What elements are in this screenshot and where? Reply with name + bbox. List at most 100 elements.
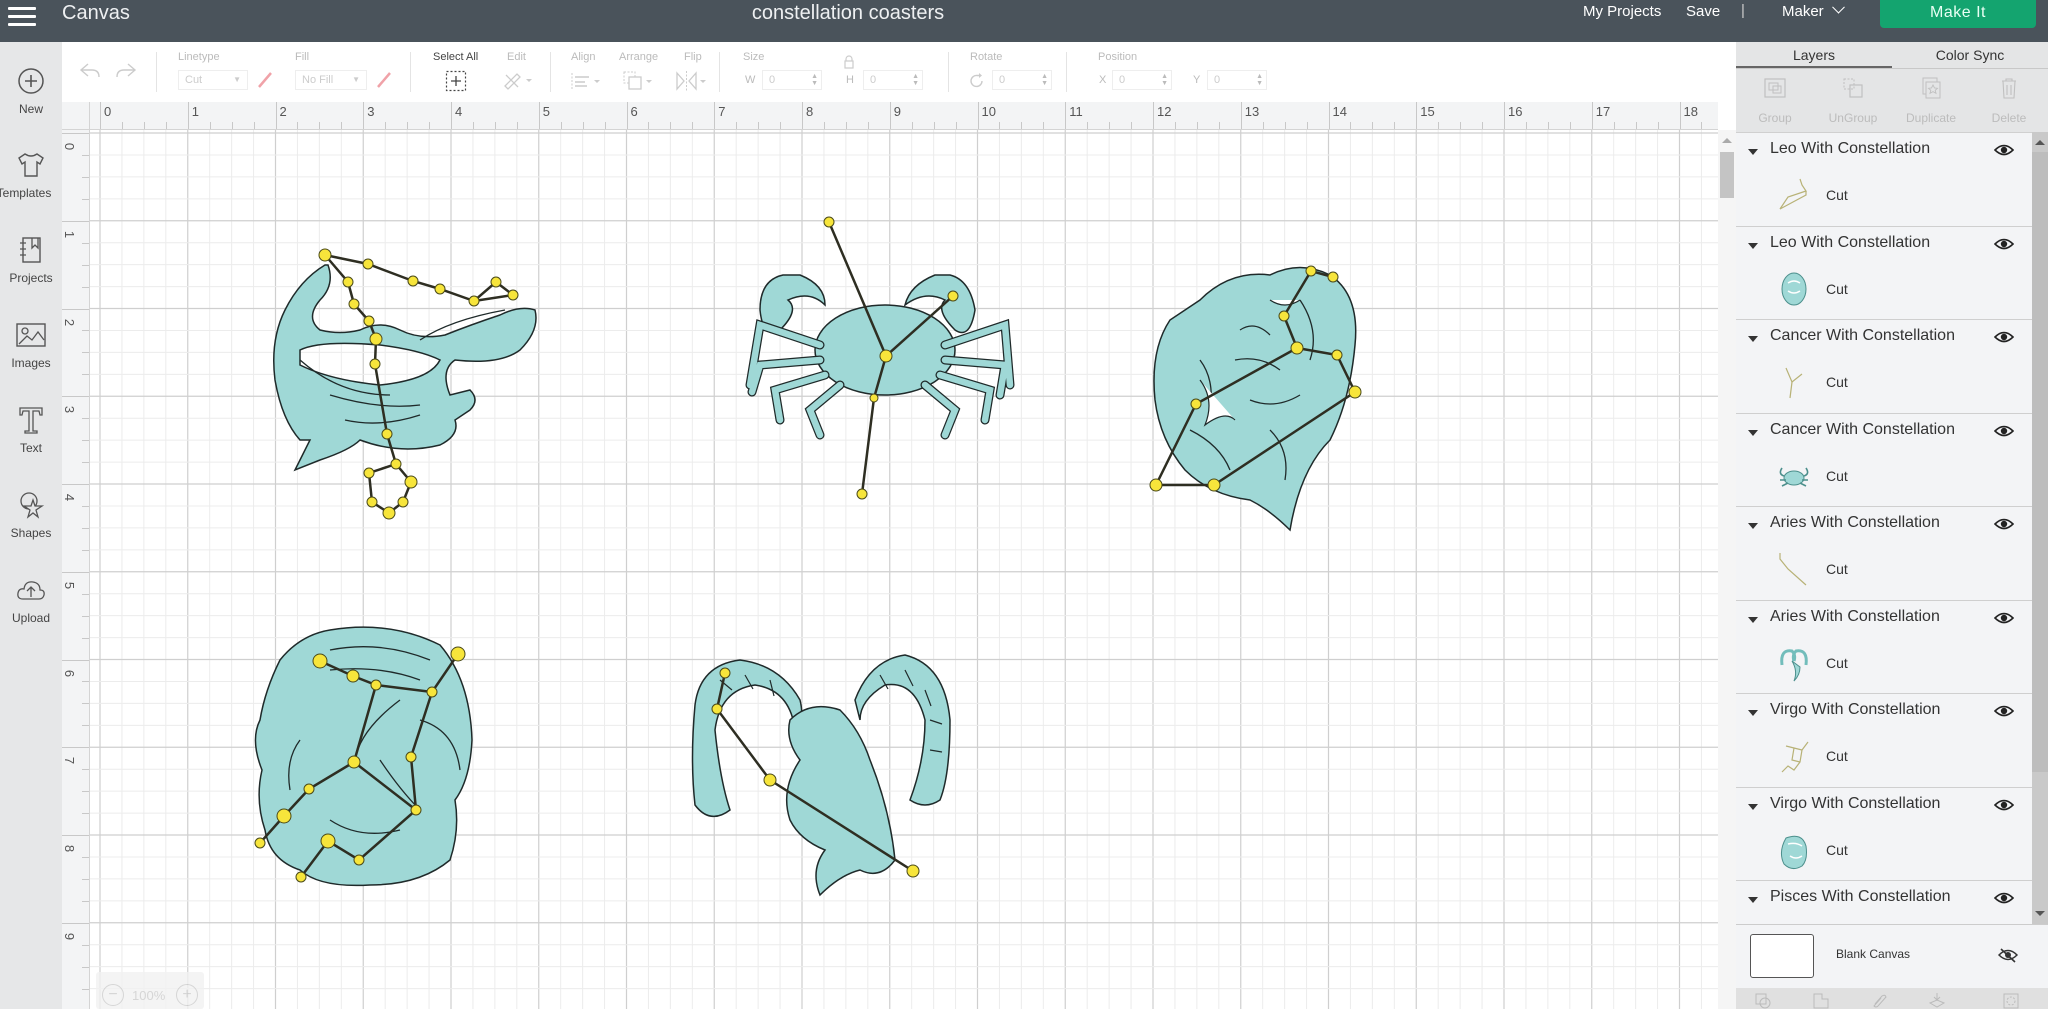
align-icon[interactable] bbox=[570, 72, 602, 90]
zoom-in-button[interactable]: + bbox=[176, 984, 198, 1006]
zoom-out-button[interactable]: − bbox=[102, 984, 124, 1006]
layer-name[interactable]: Virgo With Constellation bbox=[1770, 701, 1940, 719]
machine-select[interactable]: Maker bbox=[1782, 0, 1845, 20]
project-title[interactable]: constellation coasters bbox=[0, 2, 1696, 25]
my-projects-link[interactable]: My Projects bbox=[1583, 3, 1661, 20]
collapse-caret-icon[interactable] bbox=[1748, 710, 1758, 716]
linetype-color-swatch[interactable] bbox=[255, 70, 275, 90]
eye-icon[interactable] bbox=[1994, 891, 2014, 905]
fill-select[interactable]: No Fill ▼ bbox=[295, 70, 367, 90]
layers-scrollbar[interactable] bbox=[2032, 132, 2048, 924]
eye-icon[interactable] bbox=[1994, 704, 2014, 718]
tab-color-sync[interactable]: Color Sync bbox=[1892, 42, 2048, 68]
stepper-icon[interactable]: ▲ ▼ bbox=[1041, 73, 1048, 87]
layer-item[interactable]: Cancer With Constellation Cut bbox=[1736, 414, 2032, 507]
layer-name[interactable]: Cancer With Constellation bbox=[1770, 327, 1955, 345]
group-button[interactable]: Group bbox=[1736, 76, 1814, 125]
weld-icon[interactable] bbox=[1812, 992, 1830, 1009]
layer-name[interactable]: Leo With Constellation bbox=[1770, 234, 1930, 252]
sidebar-item-new[interactable]: New bbox=[0, 64, 62, 116]
stepper-icon[interactable]: ▲ ▼ bbox=[1256, 73, 1263, 87]
collapse-caret-icon[interactable] bbox=[1748, 242, 1758, 249]
save-button[interactable]: Save bbox=[1686, 3, 1720, 20]
undo-icon[interactable] bbox=[78, 60, 102, 82]
collapse-caret-icon[interactable] bbox=[1748, 429, 1758, 436]
eye-icon[interactable] bbox=[1994, 424, 2014, 438]
attach-icon[interactable] bbox=[1870, 992, 1888, 1009]
design-canvas[interactable] bbox=[90, 130, 1718, 1009]
layer-item[interactable]: Virgo With Constellation Cut bbox=[1736, 788, 2032, 881]
layer-item[interactable]: Aries With Constellation Cut bbox=[1736, 507, 2032, 601]
collapse-caret-icon[interactable] bbox=[1748, 149, 1758, 155]
y-position-input[interactable]: 0 ▲ ▼ bbox=[1207, 70, 1267, 90]
eye-icon[interactable] bbox=[1994, 330, 2014, 344]
scroll-up-icon[interactable] bbox=[2035, 140, 2045, 145]
layer-item[interactable]: Leo With Constellation Cut bbox=[1736, 133, 2032, 227]
slice-icon[interactable] bbox=[1754, 992, 1772, 1009]
ruler-tick bbox=[62, 220, 89, 222]
linetype-value: Cut bbox=[185, 74, 203, 86]
blank-canvas-layer[interactable]: Blank Canvas bbox=[1736, 924, 2048, 988]
eye-off-icon[interactable] bbox=[1998, 947, 2018, 963]
ungroup-button[interactable]: UnGroup bbox=[1814, 76, 1892, 125]
height-input[interactable]: 0 ▲ ▼ bbox=[863, 70, 923, 90]
sidebar-item-templates[interactable]: Templates bbox=[0, 148, 62, 200]
design-leo-lion[interactable] bbox=[1153, 266, 1357, 532]
tab-layers[interactable]: Layers bbox=[1736, 42, 1892, 68]
layer-name[interactable]: Virgo With Constellation bbox=[1770, 795, 1940, 813]
eye-icon[interactable] bbox=[1994, 143, 2014, 157]
duplicate-button[interactable]: Duplicate bbox=[1892, 76, 1970, 125]
edit-icon[interactable] bbox=[502, 70, 534, 90]
make-it-button[interactable]: Make It bbox=[1880, 0, 2036, 28]
layer-item[interactable]: Virgo With Constellation Cut bbox=[1736, 694, 2032, 788]
eye-icon[interactable] bbox=[1994, 517, 2014, 531]
layer-item[interactable]: Cancer With Constellation Cut bbox=[1736, 320, 2032, 414]
sidebar-item-text[interactable]: Text bbox=[0, 403, 62, 455]
linetype-select[interactable]: Cut ▼ bbox=[178, 70, 248, 90]
layer-name[interactable]: Cancer With Constellation bbox=[1770, 421, 1955, 439]
sidebar-item-upload[interactable]: Upload bbox=[0, 573, 62, 625]
flatten-icon[interactable] bbox=[1928, 992, 1946, 1009]
layer-name[interactable]: Pisces With Constellation bbox=[1770, 888, 1951, 906]
layer-name[interactable]: Aries With Constellation bbox=[1770, 514, 1940, 532]
layer-item[interactable]: Aries With Constellation Cut bbox=[1736, 601, 2032, 694]
width-input[interactable]: 0 ▲ ▼ bbox=[762, 70, 822, 90]
fill-color-swatch[interactable] bbox=[374, 70, 394, 90]
constellation-star bbox=[711, 703, 723, 715]
eye-icon[interactable] bbox=[1994, 798, 2014, 812]
layer-item[interactable]: Pisces With Constellation bbox=[1736, 881, 2032, 924]
redo-icon[interactable] bbox=[114, 60, 138, 82]
layer-item[interactable]: Leo With Constellation Cut bbox=[1736, 227, 2032, 320]
collapse-caret-icon[interactable] bbox=[1748, 897, 1758, 903]
eye-icon[interactable] bbox=[1994, 611, 2014, 625]
layer-name[interactable]: Aries With Constellation bbox=[1770, 608, 1940, 626]
collapse-caret-icon[interactable] bbox=[1748, 336, 1758, 342]
arrange-icon[interactable] bbox=[622, 70, 654, 92]
collapse-caret-icon[interactable] bbox=[1748, 523, 1758, 529]
stepper-icon[interactable]: ▲ ▼ bbox=[912, 73, 919, 87]
flip-icon[interactable] bbox=[674, 70, 708, 92]
stepper-icon[interactable]: ▲ ▼ bbox=[811, 73, 818, 87]
scrollbar-thumb[interactable] bbox=[2032, 152, 2048, 772]
eye-icon[interactable] bbox=[1994, 237, 2014, 251]
scroll-down-icon[interactable] bbox=[2035, 911, 2045, 916]
sidebar-item-projects[interactable]: Projects bbox=[0, 233, 62, 285]
canvas-scrollbar[interactable] bbox=[1718, 130, 1736, 1009]
canvas-color-swatch[interactable] bbox=[1750, 934, 1814, 978]
stepper-icon[interactable]: ▲ ▼ bbox=[1161, 73, 1168, 87]
select-all-icon[interactable] bbox=[445, 70, 467, 92]
delete-button[interactable]: Delete bbox=[1970, 76, 2048, 125]
design-pisces-fish[interactable] bbox=[273, 253, 537, 515]
scroll-up-icon[interactable] bbox=[1722, 138, 1732, 143]
sidebar-item-shapes[interactable]: Shapes bbox=[0, 488, 62, 540]
layer-name[interactable]: Leo With Constellation bbox=[1770, 140, 1930, 158]
sidebar-item-images[interactable]: Images bbox=[0, 318, 62, 370]
scrollbar-thumb[interactable] bbox=[1720, 152, 1734, 198]
design-virgo-face[interactable] bbox=[254, 626, 473, 887]
collapse-caret-icon[interactable] bbox=[1748, 803, 1758, 810]
contour-icon[interactable] bbox=[2002, 992, 2020, 1009]
rotate-input[interactable]: 0 ▲ ▼ bbox=[992, 70, 1052, 90]
lock-icon[interactable] bbox=[841, 54, 857, 70]
x-position-input[interactable]: 0 ▲ ▼ bbox=[1112, 70, 1172, 90]
collapse-caret-icon[interactable] bbox=[1748, 616, 1758, 623]
